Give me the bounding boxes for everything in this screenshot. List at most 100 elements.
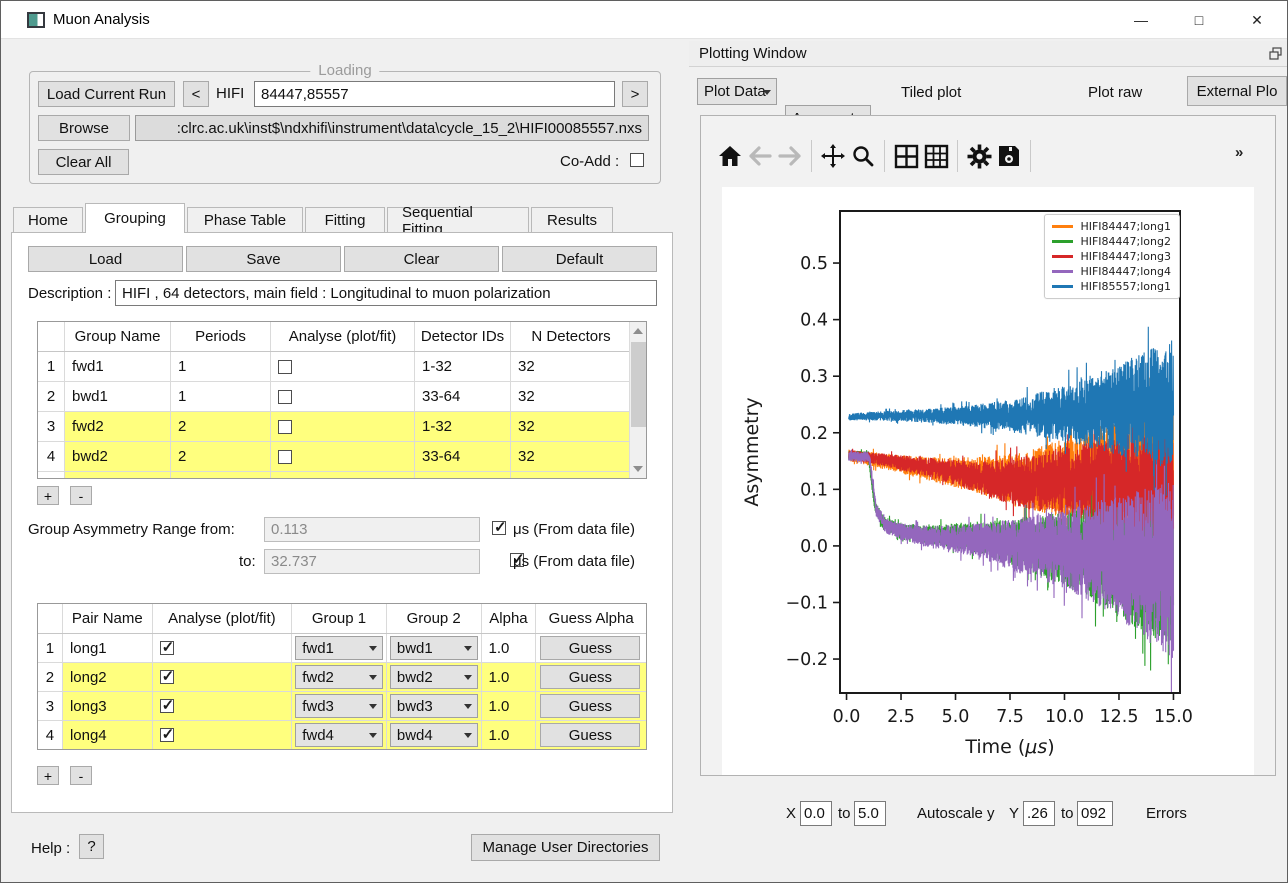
external-plot-button[interactable]: External Plo xyxy=(1187,76,1287,106)
guess-alpha-button[interactable]: Guess xyxy=(540,636,641,660)
group2-combobox[interactable]: bwd2 xyxy=(389,665,478,689)
group1-combobox[interactable]: fwd2 xyxy=(295,665,383,689)
analyse-checkbox[interactable] xyxy=(278,389,292,404)
clear-all-button[interactable]: Clear All xyxy=(38,149,129,175)
group1-combobox[interactable]: fwd4 xyxy=(295,723,383,747)
pair-name-cell[interactable]: long4 xyxy=(63,721,153,749)
add-pair-button[interactable]: + xyxy=(37,766,59,785)
group-row-5-partial[interactable] xyxy=(38,472,646,478)
pair-name-cell[interactable]: long2 xyxy=(63,663,153,691)
analyse-checkbox[interactable] xyxy=(278,419,292,434)
group1-combobox[interactable]: fwd1 xyxy=(295,636,383,660)
file-path-field[interactable]: :clrc.ac.uk\inst$\ndxhifi\instrument\dat… xyxy=(135,115,649,141)
dock-float-icon[interactable] xyxy=(1269,47,1282,60)
scroll-up-icon[interactable] xyxy=(633,328,643,334)
detector-ids-cell[interactable]: 33-64 xyxy=(415,442,511,471)
periods-cell[interactable]: 1 xyxy=(171,352,271,381)
group-name-cell[interactable] xyxy=(65,472,171,478)
forward-icon[interactable] xyxy=(775,141,805,171)
pair-analyse-checkbox[interactable] xyxy=(159,667,174,685)
run-number-input[interactable]: 84447,85557 xyxy=(254,81,615,107)
group-name-cell[interactable]: fwd1 xyxy=(65,352,171,381)
pair-analyse-checkbox[interactable] xyxy=(159,638,174,656)
periods-cell[interactable]: 2 xyxy=(171,412,271,441)
scroll-down-icon[interactable] xyxy=(633,466,643,472)
range-to-input[interactable]: 32.737 xyxy=(264,549,480,574)
grouping-default-button[interactable]: Default xyxy=(502,246,657,272)
tab-home[interactable]: Home xyxy=(13,207,83,233)
next-run-button[interactable]: > xyxy=(622,81,648,107)
grouping-save-button[interactable]: Save xyxy=(186,246,341,272)
plot-legend[interactable]: HIFI84447;long1 HIFI84447;long2 HIFI84447;… xyxy=(1044,214,1180,299)
plot-canvas[interactable]: 0.5 0.4 0.3 0.2 0.1 0.0 −0.1 −0.2 0.0 2.5 5.0 7.5 10… xyxy=(722,187,1254,775)
pair-row-2[interactable]: 2 long2 fwd2 bwd2 1.0 Guess xyxy=(38,663,646,692)
coadd-checkbox[interactable] xyxy=(630,153,644,167)
back-icon[interactable] xyxy=(745,141,775,171)
periods-cell[interactable]: 1 xyxy=(171,382,271,411)
tab-sequential-fitting[interactable]: Sequential Fitting xyxy=(387,204,529,238)
grouping-load-button[interactable]: Load xyxy=(28,246,183,272)
detector-ids-cell[interactable]: 1-32 xyxy=(415,352,511,381)
maximize-button[interactable]: □ xyxy=(1176,1,1222,39)
range-from-unit-checkbox[interactable] xyxy=(492,518,507,536)
manage-user-directories-button[interactable]: Manage User Directories xyxy=(471,834,660,861)
gear-icon[interactable] xyxy=(964,141,994,171)
remove-pair-button[interactable]: - xyxy=(70,766,92,785)
plot-data-combobox[interactable]: Plot Data xyxy=(697,78,777,105)
tab-results[interactable]: Results xyxy=(531,207,613,233)
group-table-scrollbar[interactable] xyxy=(629,322,646,478)
group2-combobox[interactable]: bwd4 xyxy=(389,723,478,747)
close-button[interactable]: ✕ xyxy=(1234,1,1280,39)
remove-group-button[interactable]: - xyxy=(70,486,92,505)
group-name-cell[interactable]: fwd2 xyxy=(65,412,171,441)
periods-cell[interactable]: 2 xyxy=(171,442,271,471)
axes-grid-icon[interactable] xyxy=(921,141,951,171)
previous-run-button[interactable]: < xyxy=(183,81,209,107)
detector-ids-cell[interactable]: 1-32 xyxy=(415,412,511,441)
home-icon[interactable] xyxy=(715,141,745,171)
toolbar-overflow-button[interactable]: » xyxy=(1235,144,1243,161)
pair-row-1[interactable]: 1 long1 fwd1 bwd1 1.0 Guess xyxy=(38,634,646,663)
group-row-2[interactable]: 2 bwd1 1 33-64 32 xyxy=(38,382,646,412)
tab-grouping[interactable]: Grouping xyxy=(85,203,185,233)
group-name-cell[interactable]: bwd1 xyxy=(65,382,171,411)
zoom-icon[interactable] xyxy=(848,141,878,171)
group-name-cell[interactable]: bwd2 xyxy=(65,442,171,471)
y-from-input[interactable]: .26 xyxy=(1023,801,1055,826)
guess-alpha-button[interactable]: Guess xyxy=(540,694,641,718)
pair-name-cell[interactable]: long3 xyxy=(63,692,153,720)
description-input[interactable]: HIFI , 64 detectors, main field : Longit… xyxy=(115,280,657,306)
pair-row-3[interactable]: 3 long3 fwd3 bwd3 1.0 Guess xyxy=(38,692,646,721)
browse-button[interactable]: Browse xyxy=(38,115,130,141)
add-group-button[interactable]: + xyxy=(37,486,59,505)
pair-name-cell[interactable]: long1 xyxy=(63,634,153,662)
alpha-cell[interactable]: 1.0 xyxy=(482,634,537,662)
alpha-cell[interactable]: 1.0 xyxy=(482,663,537,691)
pair-analyse-checkbox[interactable] xyxy=(159,696,174,714)
grouping-clear-button[interactable]: Clear xyxy=(344,246,499,272)
guess-alpha-button[interactable]: Guess xyxy=(540,723,641,747)
minimize-button[interactable]: — xyxy=(1118,1,1164,39)
help-button[interactable]: ? xyxy=(79,834,104,859)
range-from-input[interactable]: 0.113 xyxy=(264,517,480,542)
group2-combobox[interactable]: bwd3 xyxy=(389,694,478,718)
group1-combobox[interactable]: fwd3 xyxy=(295,694,383,718)
group-row-4[interactable]: 4 bwd2 2 33-64 32 xyxy=(38,442,646,472)
periods-cell[interactable] xyxy=(171,472,271,478)
x-to-input[interactable]: 5.0 xyxy=(854,801,886,826)
y-to-input[interactable]: 092 xyxy=(1077,801,1113,826)
guess-alpha-button[interactable]: Guess xyxy=(540,665,641,689)
save-icon[interactable] xyxy=(994,141,1024,171)
group2-combobox[interactable]: bwd1 xyxy=(389,636,478,660)
group-row-1[interactable]: 1 fwd1 1 1-32 32 xyxy=(38,352,646,382)
alpha-cell[interactable]: 1.0 xyxy=(482,721,537,749)
plotting-window-titlebar[interactable]: Plotting Window xyxy=(689,41,1287,67)
subplots-grid-icon[interactable] xyxy=(891,141,921,171)
pair-analyse-checkbox[interactable] xyxy=(159,725,174,743)
analyse-checkbox[interactable] xyxy=(278,359,292,374)
pair-row-4[interactable]: 4 long4 fwd4 bwd4 1.0 Guess xyxy=(38,721,646,749)
scroll-thumb[interactable] xyxy=(631,342,646,427)
group-row-3[interactable]: 3 fwd2 2 1-32 32 xyxy=(38,412,646,442)
detector-ids-cell[interactable]: 33-64 xyxy=(415,382,511,411)
tab-fitting[interactable]: Fitting xyxy=(305,207,385,233)
